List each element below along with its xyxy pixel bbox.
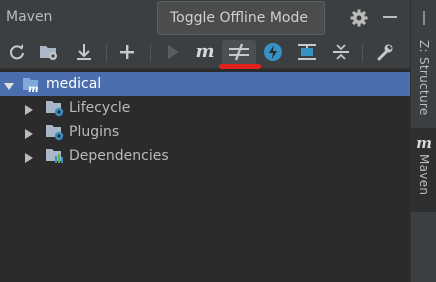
toolbar-separator bbox=[106, 44, 107, 62]
settings-wrench-icon[interactable] bbox=[374, 41, 396, 63]
tab-maven[interactable]: m Maven bbox=[411, 128, 436, 212]
toolbar-separator bbox=[150, 44, 151, 62]
gear-icon[interactable] bbox=[349, 8, 369, 28]
expand-arrow-down-icon[interactable] bbox=[4, 79, 14, 90]
tree-item-dependencies[interactable]: Dependencies bbox=[0, 144, 410, 168]
generate-sources-icon[interactable] bbox=[38, 41, 60, 63]
expand-arrow-right-icon[interactable] bbox=[24, 103, 34, 115]
toolbar-overflow-icon[interactable] bbox=[411, 0, 436, 36]
tab-structure-label: Z: Structure bbox=[417, 40, 431, 116]
maven-icon: m bbox=[416, 134, 432, 152]
tree-item-label: Plugins bbox=[69, 124, 120, 140]
execute-goal-icon[interactable]: m bbox=[194, 41, 216, 63]
tab-structure[interactable]: Z: Structure bbox=[411, 36, 436, 122]
tree-item-label: Lifecycle bbox=[69, 100, 131, 116]
show-dependencies-icon[interactable] bbox=[296, 41, 318, 63]
tree-item-plugins[interactable]: Plugins bbox=[0, 120, 410, 144]
red-annotation-underline bbox=[219, 64, 261, 69]
download-icon[interactable] bbox=[73, 41, 95, 63]
minimize-icon[interactable] bbox=[383, 16, 397, 18]
tree-item-lifecycle[interactable]: Lifecycle bbox=[0, 96, 410, 120]
tab-maven-label: Maven bbox=[417, 154, 431, 196]
folder-gear-icon bbox=[45, 99, 64, 117]
tooltip: Toggle Offline Mode bbox=[157, 1, 325, 35]
maven-projects-tree: m medical Lifecycle Plugins Dependencies bbox=[0, 70, 410, 282]
dependencies-icon bbox=[45, 147, 63, 165]
toolbar-separator bbox=[362, 44, 363, 62]
folder-gear-icon bbox=[45, 123, 64, 141]
tree-root-medical[interactable]: m medical bbox=[0, 72, 410, 96]
toggle-offline-icon[interactable] bbox=[228, 41, 250, 63]
collapse-all-icon[interactable] bbox=[330, 41, 352, 63]
expand-arrow-right-icon[interactable] bbox=[24, 151, 34, 163]
maven-project-icon: m bbox=[22, 75, 40, 95]
add-icon[interactable] bbox=[116, 41, 138, 63]
run-icon[interactable] bbox=[162, 41, 184, 63]
tree-item-label: Dependencies bbox=[69, 148, 169, 164]
tree-root-label: medical bbox=[46, 76, 102, 92]
reload-icon[interactable] bbox=[6, 41, 28, 63]
svg-text:m: m bbox=[28, 84, 39, 93]
right-tool-strip: Z: Structure m Maven bbox=[410, 0, 436, 282]
expand-arrow-right-icon[interactable] bbox=[24, 127, 34, 139]
skip-tests-icon[interactable] bbox=[262, 41, 284, 63]
tool-window-title: Maven bbox=[6, 9, 53, 25]
